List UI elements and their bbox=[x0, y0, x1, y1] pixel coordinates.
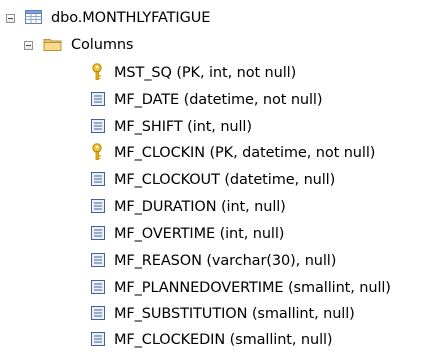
column-label: MF_DURATION (int, null) bbox=[114, 199, 286, 215]
column-label: MF_OVERTIME (int, null) bbox=[114, 226, 285, 242]
column-label: MF_REASON (varchar(30), null) bbox=[114, 253, 337, 269]
column-label: MF_SUBSTITUTION (smallint, null) bbox=[114, 306, 355, 322]
column-icon bbox=[90, 91, 106, 111]
column-node[interactable]: MF_SUBSTITUTION (smallint, null) bbox=[90, 302, 355, 327]
collapse-toggle[interactable] bbox=[6, 14, 15, 23]
folder-icon bbox=[43, 36, 63, 56]
column-node[interactable]: MF_PLANNEDOVERTIME (smallint, null) bbox=[90, 276, 391, 301]
tree-node-columns-folder[interactable]: Columns bbox=[24, 33, 133, 58]
column-label: MF_CLOCKIN (PK, datetime, not null) bbox=[114, 145, 376, 161]
collapse-toggle[interactable] bbox=[24, 41, 33, 50]
column-node[interactable]: MST_SQ (PK, int, not null) bbox=[90, 61, 296, 86]
column-node[interactable]: MF_CLOCKOUT (datetime, null) bbox=[90, 168, 335, 193]
primary-key-icon bbox=[90, 142, 106, 165]
tree-node-table[interactable]: dbo.MONTHLYFATIGUE bbox=[6, 6, 210, 31]
column-node[interactable]: MF_OVERTIME (int, null) bbox=[90, 222, 284, 247]
column-icon bbox=[90, 331, 106, 351]
column-node[interactable]: MF_DATE (datetime, not null) bbox=[90, 88, 323, 113]
column-label: MF_DATE (datetime, not null) bbox=[114, 92, 323, 108]
table-icon bbox=[25, 9, 43, 29]
column-node[interactable]: MF_CLOCKEDIN (smallint, null) bbox=[90, 328, 333, 353]
column-node[interactable]: MF_CLOCKIN (PK, datetime, not null) bbox=[90, 141, 375, 166]
column-node[interactable]: MF_REASON (varchar(30), null) bbox=[90, 249, 336, 274]
column-icon bbox=[90, 171, 106, 191]
column-label: MF_CLOCKEDIN (smallint, null) bbox=[114, 332, 333, 348]
table-name-label: dbo.MONTHLYFATIGUE bbox=[51, 10, 211, 26]
column-icon bbox=[90, 198, 106, 218]
column-label: MF_PLANNEDOVERTIME (smallint, null) bbox=[114, 280, 391, 296]
column-icon bbox=[90, 252, 106, 272]
primary-key-icon bbox=[90, 62, 106, 85]
object-explorer-tree: dbo.MONTHLYFATIGUE Columns MST_SQ (PK, i… bbox=[0, 0, 426, 348]
column-icon bbox=[90, 279, 106, 299]
column-label: MST_SQ (PK, int, not null) bbox=[114, 65, 297, 81]
column-icon bbox=[90, 225, 106, 245]
column-node[interactable]: MF_DURATION (int, null) bbox=[90, 195, 286, 220]
column-node[interactable]: MF_SHIFT (int, null) bbox=[90, 115, 252, 140]
column-icon bbox=[90, 118, 106, 138]
column-label: MF_CLOCKOUT (datetime, null) bbox=[114, 172, 336, 188]
column-icon bbox=[90, 305, 106, 325]
columns-folder-label: Columns bbox=[71, 37, 134, 53]
column-label: MF_SHIFT (int, null) bbox=[114, 119, 252, 135]
